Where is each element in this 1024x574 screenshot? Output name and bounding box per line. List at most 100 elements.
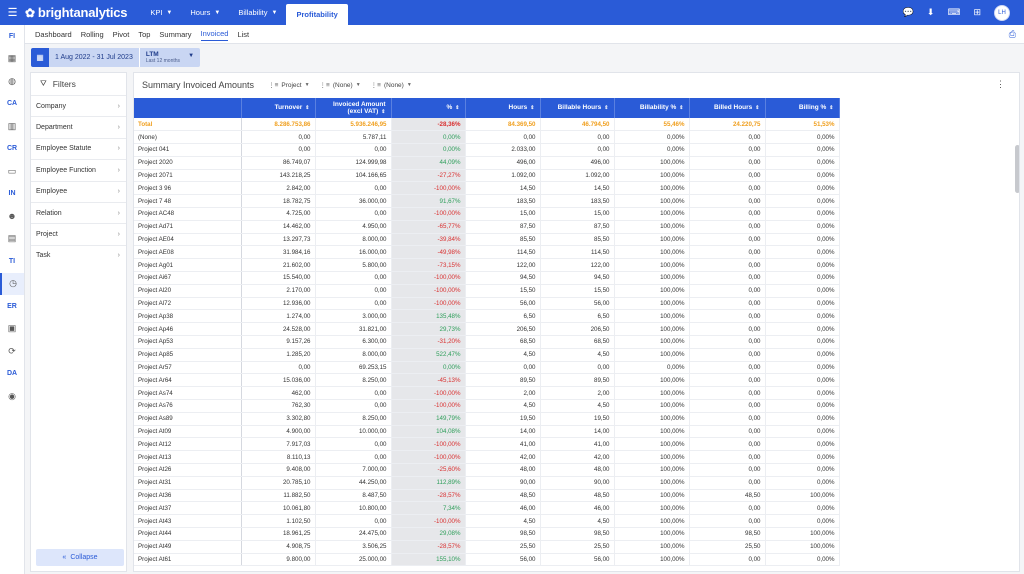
table-row[interactable]: Project 041 0,00 0,00 0,00% 2.033,00 0,00 0,00… (134, 143, 840, 157)
table-row[interactable]: Project AE08 31.984,16 16.000,00 -49,98% 114… (134, 245, 840, 260)
sort-icon[interactable]: ⇕ (305, 105, 309, 111)
table-row[interactable]: Project At12 7.917,03 0,00 -100,00% 41,00 41,… (134, 437, 840, 452)
column-header-percent[interactable]: % ⇕ (391, 98, 466, 118)
table-row[interactable]: Project Ap53 9.157,26 6.300,00 -31,20% 68,50… (134, 335, 840, 349)
print-icon[interactable]: ⎙ (1009, 29, 1016, 40)
table-row[interactable]: Project At09 4.900,00 10.000,00 104,08% 14,0… (134, 425, 840, 439)
table-row[interactable]: Project Ad71 14.462,00 4.950,00 -65,77% 87,5… (134, 220, 840, 234)
sort-icon[interactable]: ⇕ (679, 105, 683, 111)
period-dropdown[interactable]: LTM Last 12 months ▼ (139, 48, 201, 67)
table-row[interactable]: Project Ai67 15.540,00 0,00 -100,00% 94,50 94… (134, 271, 840, 285)
table-row[interactable]: Project 7 48 18.782,75 36.000,00 91,67% 183,… (134, 194, 840, 209)
avatar[interactable]: LH (994, 4, 1010, 21)
table-row[interactable]: Project 3 96 2.842,00 0,00 -100,00% 14,50 14,… (134, 181, 840, 196)
date-range[interactable]: 1 Aug 2022 - 31 Jul 2023 (49, 48, 140, 67)
column-header-billed-hours[interactable]: Billed Hours ⇕ (689, 98, 766, 118)
chat-icon[interactable]: 💬 (903, 7, 914, 18)
document-icon[interactable]: ▤ (0, 228, 24, 251)
rail-cr[interactable]: CR (0, 138, 24, 161)
filter-employee[interactable]: Employee › (31, 180, 126, 202)
rail-ti[interactable]: TI (0, 250, 24, 273)
tab-dashboard[interactable]: Dashboard (35, 28, 72, 41)
table-row[interactable]: Project Al20 2.170,00 0,00 -100,00% 15,50 15,… (134, 284, 840, 298)
clock-icon[interactable]: ◷ (0, 272, 24, 295)
money-icon[interactable]: ▭ (0, 160, 24, 183)
table-row[interactable]: Project At13 8.110,13 0,00 -100,00% 42,00 42,… (134, 450, 840, 465)
more-vertical-icon[interactable]: ⋮ (996, 79, 1005, 90)
filter-employee-function[interactable]: Employee Function › (31, 159, 126, 180)
gauge-icon[interactable]: ◉ (0, 385, 24, 408)
table-row[interactable]: Project As74 462,00 0,00 -100,00% 2,00 2,00 10… (134, 386, 840, 401)
filter-task[interactable]: Task › (31, 244, 126, 266)
tab-pivot[interactable]: Pivot (113, 28, 130, 41)
globe-icon[interactable]: ◍ (0, 70, 24, 93)
table-row[interactable]: Project Ap46 24.528,00 31.821,00 29,73% 206,… (134, 322, 840, 337)
column-header-turnover[interactable]: Turnover ⇕ (241, 98, 316, 118)
tab-summary[interactable]: Summary (159, 28, 191, 41)
column-header-billing-percent[interactable]: Billing % ⇕ (765, 98, 840, 118)
table-row[interactable]: Project At26 9.408,00 7.000,00 -25,60% 48,00… (134, 463, 840, 477)
table-row[interactable]: Project Ar57 0,00 69.253,15 0,00% 0,00 0,00 0,… (134, 361, 840, 375)
nav-profitability[interactable]: Profitability (286, 4, 348, 25)
column-header-billability-percent[interactable]: Billability % ⇕ (614, 98, 690, 118)
table-row[interactable]: Project 2020 86.749,07 124.999,98 44,09% 496… (134, 156, 840, 170)
report-icon[interactable]: ▣ (0, 318, 24, 341)
grouping-2-dropdown[interactable]: ⋮≡ (None) ▼ (320, 81, 361, 90)
rail-fi[interactable]: FI (0, 25, 24, 48)
building-icon[interactable]: ▥ (0, 115, 24, 138)
table-row[interactable]: Project At36 11.882,50 8.487,50 -28,57% 48,5… (134, 489, 840, 503)
app-logo[interactable]: ✿ brightanalytics (25, 5, 128, 20)
table-row[interactable]: Project At44 18.961,25 24.475,00 29,08% 98,5… (134, 527, 840, 541)
table-row[interactable]: Project At49 4.908,75 3.506,25 -28,57% 25,50… (134, 540, 840, 554)
grouping-1-dropdown[interactable]: ⋮≡ Project ▼ (268, 81, 309, 90)
table-row[interactable]: Project As76 762,30 0,00 -100,00% 4,50 4,50 10… (134, 399, 840, 413)
table-row[interactable]: Project At31 20.785,10 44.250,00 112,89% 90,… (134, 476, 840, 490)
grouping-3-dropdown[interactable]: ⋮≡ (None) ▼ (371, 81, 412, 90)
refresh-icon[interactable]: ⟳ (0, 340, 24, 363)
table-row[interactable]: Project At43 1.102,50 0,00 -100,00% 4,50 4,50… (134, 514, 840, 528)
sort-icon[interactable]: ⇕ (829, 105, 833, 111)
rail-ca[interactable]: CA (0, 93, 24, 116)
rail-in[interactable]: IN (0, 183, 24, 206)
table-row[interactable]: Project Ag01 21.602,00 5.800,00 -73,15% 122,… (134, 258, 840, 273)
sort-icon[interactable]: ⇕ (381, 109, 385, 115)
tab-list[interactable]: List (237, 28, 249, 41)
grid-icon[interactable]: ⊞ (973, 7, 981, 18)
table-row[interactable]: Project At37 10.061,80 10.800,00 7,34% 46,00… (134, 501, 840, 516)
collapse-button[interactable]: « Collapse (36, 549, 124, 566)
table-row[interactable]: (None) 0,00 5.787,11 0,00% 0,00 0,00 0,00% 0,00… (134, 130, 840, 145)
vertical-scrollbar[interactable] (1015, 145, 1019, 193)
filter-department[interactable]: Department › (31, 116, 126, 137)
table-row[interactable]: Project Ap38 1.274,00 3.000,00 135,48% 6,50 6… (134, 309, 840, 324)
face-icon[interactable]: ☻ (0, 205, 24, 228)
grid-icon[interactable]: ▦ (0, 48, 24, 71)
table-row[interactable]: Project As89 3.302,80 8.250,00 149,79% 19,50… (134, 412, 840, 426)
rail-er[interactable]: ER (0, 295, 24, 318)
filter-company[interactable]: Company › (31, 95, 126, 116)
rail-da[interactable]: DA (0, 363, 24, 386)
total-row[interactable]: Total 8.286.753,86 5.936.246,95 -28,36% 84.3… (134, 118, 840, 132)
table-row[interactable]: Project AC48 4.725,00 0,00 -100,00% 15,00 15,… (134, 207, 840, 221)
nav-kpi[interactable]: KPI ▼ (141, 0, 181, 25)
download-icon[interactable]: ⬇ (927, 7, 935, 18)
menu-icon[interactable]: ☰ (0, 6, 25, 19)
tab-top[interactable]: Top (138, 28, 150, 41)
table-row[interactable]: Project Ap85 1.285,20 8.000,00 522,47% 4,50 4… (134, 348, 840, 362)
table-row[interactable]: Project Ar64 15.036,00 8.250,00 -45,13% 89,5… (134, 373, 840, 388)
sort-icon[interactable]: ⇕ (755, 105, 759, 111)
filter-employee-statute[interactable]: Employee Statute › (31, 137, 126, 159)
column-header-billable-hours[interactable]: Billable Hours ⇕ (540, 98, 615, 118)
filter-relation[interactable]: Relation › (31, 201, 126, 223)
column-header-hours[interactable]: Hours ⇕ (465, 98, 541, 118)
sort-icon[interactable]: ⇕ (455, 105, 459, 111)
filter-project[interactable]: Project › (31, 223, 126, 244)
nav-hours[interactable]: Hours ▼ (181, 0, 229, 25)
table-row[interactable]: Project At61 9.800,00 25.000,00 155,10% 56,0… (134, 553, 840, 567)
tab-invoiced[interactable]: Invoiced (200, 27, 229, 41)
keyboard-icon[interactable]: ⌨ (947, 7, 960, 18)
tab-rolling[interactable]: Rolling (81, 28, 104, 41)
table-row[interactable]: Project 2071 143.218,25 104.166,65 -27,27% 1… (134, 169, 840, 183)
table-row[interactable]: Project AE04 13.297,73 8.000,00 -39,84% 85,5… (134, 233, 840, 247)
nav-billability[interactable]: Billability ▼ (229, 0, 286, 25)
sort-icon[interactable]: ⇕ (530, 105, 534, 111)
